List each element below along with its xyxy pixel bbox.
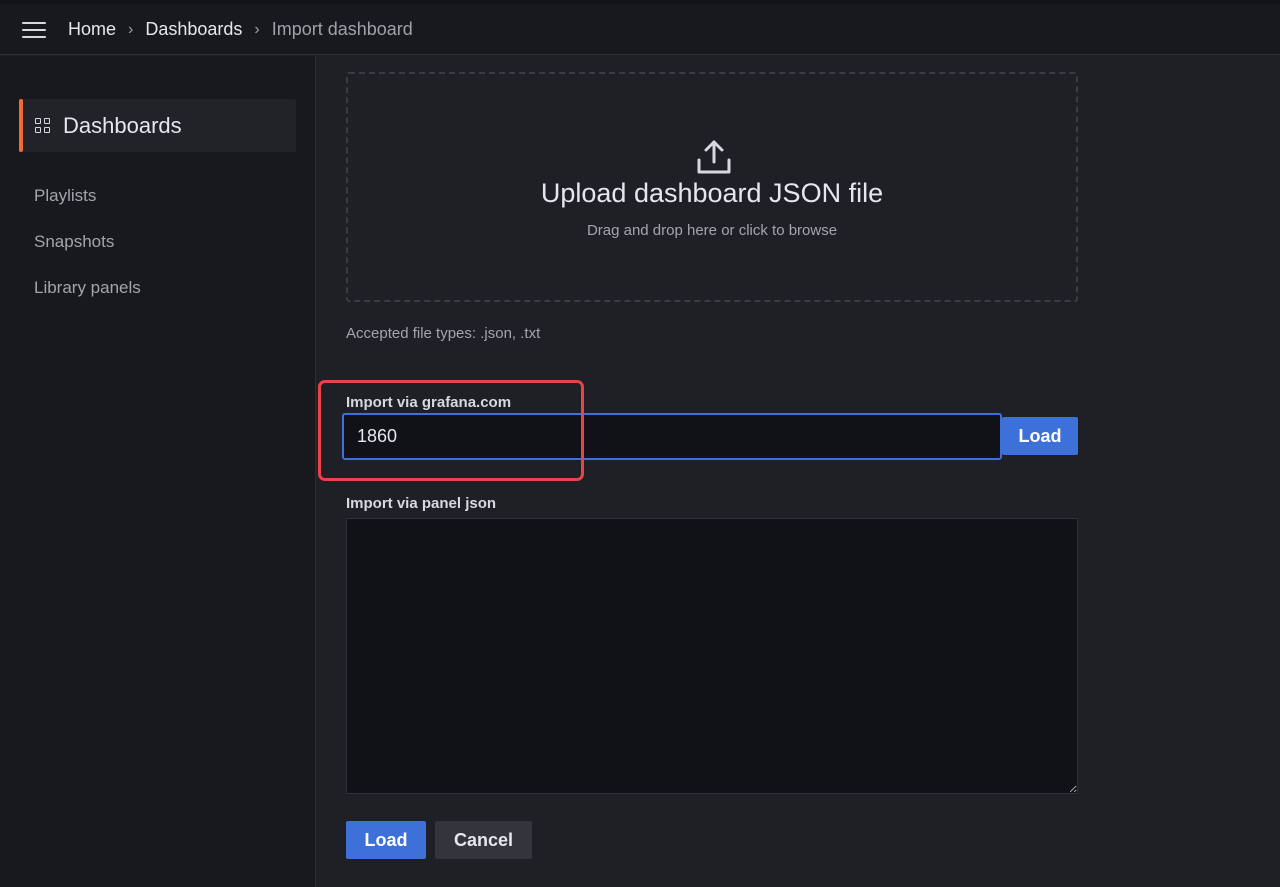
- upload-dropzone[interactable]: Upload dashboard JSON file Drag and drop…: [346, 72, 1078, 302]
- sidebar-section-title: Dashboards: [63, 113, 182, 138]
- chevron-right-icon: ›: [254, 20, 260, 38]
- grafana-load-button[interactable]: Load: [1002, 417, 1078, 455]
- chevron-right-icon: ›: [128, 20, 134, 38]
- hamburger-menu-icon[interactable]: [22, 22, 46, 38]
- sidebar-item-library-panels[interactable]: Library panels: [34, 278, 141, 298]
- sidebar: Dashboards Playlists Snapshots Library p…: [0, 56, 316, 887]
- cancel-button[interactable]: Cancel: [435, 821, 532, 859]
- sidebar-item-dashboards[interactable]: Dashboards: [19, 99, 296, 152]
- panel-json-textarea[interactable]: [346, 518, 1078, 794]
- top-bar: Home › Dashboards › Import dashboard: [0, 0, 1280, 55]
- accepted-file-types: Accepted file types: .json, .txt: [346, 325, 541, 342]
- grafana-id-input[interactable]: [342, 413, 1002, 460]
- grafana-import-label: Import via grafana.com: [346, 394, 512, 411]
- breadcrumb: Home › Dashboards › Import dashboard: [68, 19, 413, 40]
- sidebar-item-snapshots[interactable]: Snapshots: [34, 232, 114, 252]
- breadcrumb-dashboards[interactable]: Dashboards: [145, 19, 242, 40]
- grid-icon: [35, 118, 51, 134]
- upload-icon: [697, 140, 731, 174]
- panel-json-label: Import via panel json: [346, 495, 497, 512]
- load-button[interactable]: Load: [346, 821, 426, 859]
- breadcrumb-import-dashboard: Import dashboard: [271, 19, 413, 39]
- upload-title: Upload dashboard JSON file: [540, 178, 884, 208]
- sidebar-item-playlists[interactable]: Playlists: [34, 186, 96, 206]
- upload-subtitle: Drag and drop here or click to browse: [586, 222, 838, 239]
- breadcrumb-home[interactable]: Home: [68, 19, 116, 40]
- active-indicator: [19, 99, 23, 152]
